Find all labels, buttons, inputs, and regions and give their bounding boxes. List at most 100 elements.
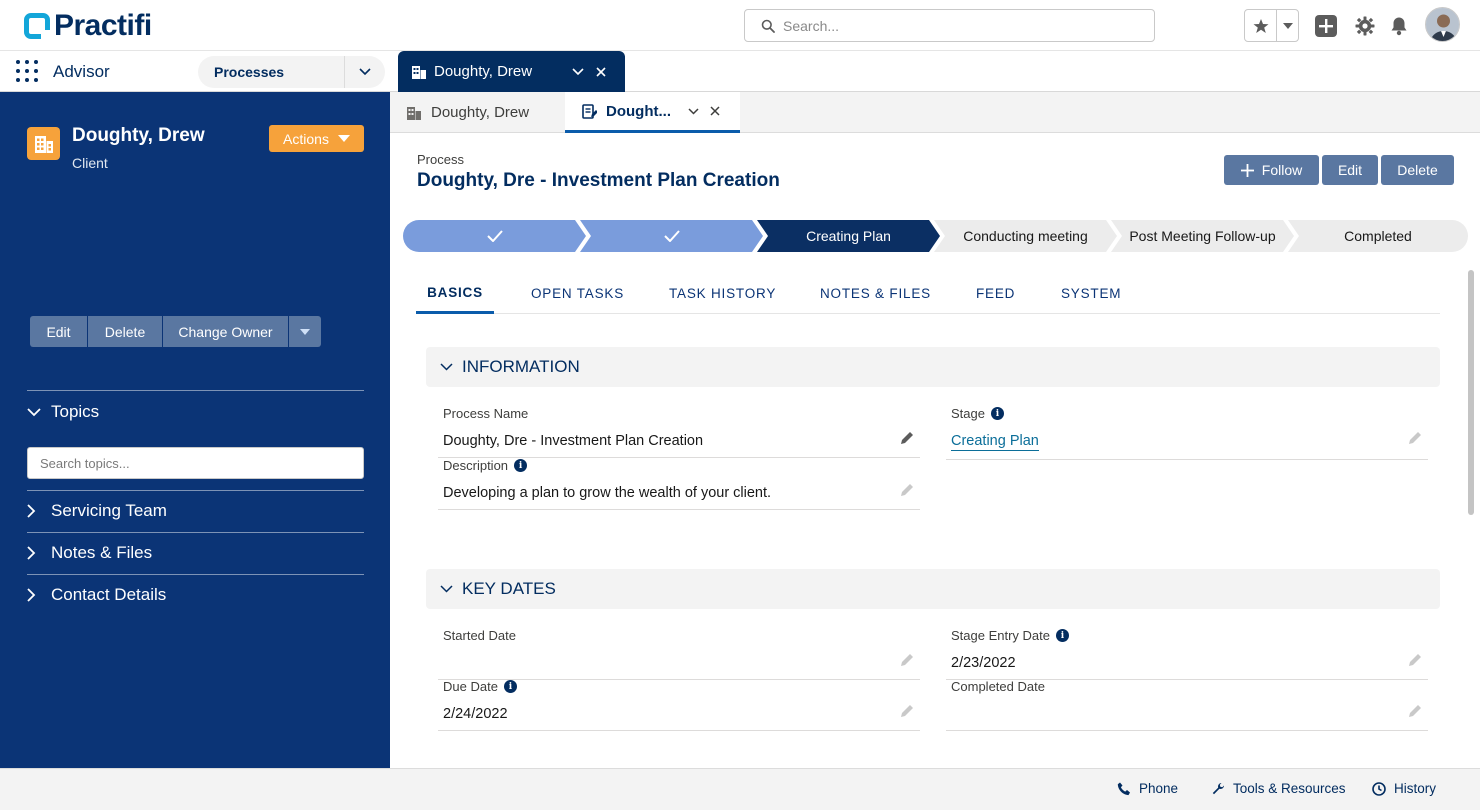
practifi-logo-icon: [24, 13, 50, 39]
phone-utility-button[interactable]: Phone: [1117, 781, 1178, 796]
contact-details-section-label: Contact Details: [51, 585, 167, 604]
path-step-complete[interactable]: [403, 220, 586, 252]
practifi-logo[interactable]: Practifi: [24, 9, 152, 42]
path-step-incomplete[interactable]: Conducting meeting: [934, 220, 1117, 252]
record-edit-button[interactable]: Edit: [1322, 155, 1378, 185]
pencil-icon[interactable]: [1408, 653, 1422, 667]
tools-resources-utility-button[interactable]: Tools & Resources: [1211, 781, 1346, 796]
tab-open-tasks[interactable]: OPEN TASKS: [531, 273, 624, 314]
stage-entry-date-value: 2/23/2022: [951, 655, 1016, 671]
favorites-button[interactable]: [1245, 10, 1277, 41]
history-utility-button[interactable]: History: [1372, 781, 1436, 796]
actions-button[interactable]: Actions: [269, 125, 364, 152]
started-date-label: Started Date: [443, 628, 516, 643]
building-icon: [412, 65, 426, 79]
record-object-label: Process: [417, 152, 464, 167]
started-date-field: Started Date: [438, 628, 920, 680]
global-search[interactable]: [744, 9, 1155, 42]
information-section-toggle[interactable]: INFORMATION: [426, 347, 1440, 387]
notes-files-section-toggle[interactable]: Notes & Files: [27, 541, 364, 565]
path-step-current[interactable]: Creating Plan: [757, 220, 940, 252]
process-record: Process Doughty, Dre - Investment Plan C…: [390, 133, 1480, 768]
chevron-down-icon[interactable]: [572, 67, 584, 76]
user-avatar[interactable]: [1425, 7, 1460, 42]
path-step-incomplete[interactable]: Post Meeting Follow-up: [1111, 220, 1294, 252]
tab-notes-files[interactable]: NOTES & FILES: [820, 273, 931, 314]
process-path: Creating Plan Conducting meeting Post Me…: [403, 220, 1468, 252]
topics-section-toggle[interactable]: Topics: [27, 400, 364, 424]
phone-label: Phone: [1139, 781, 1179, 796]
process-icon: [582, 103, 597, 119]
client-sidebar: Doughty, Drew Client Actions Edit Delete…: [0, 92, 390, 768]
path-step-incomplete[interactable]: Completed: [1288, 220, 1468, 252]
global-search-input[interactable]: [783, 17, 1143, 34]
user-photo-icon: [1426, 8, 1459, 41]
topics-section-label: Topics: [51, 402, 100, 421]
global-actions-button[interactable]: [1314, 14, 1338, 38]
change-owner-button[interactable]: Change Owner: [163, 316, 289, 347]
info-icon[interactable]: i: [990, 407, 1004, 420]
favorites-dropdown-button[interactable]: [1277, 10, 1298, 41]
client-delete-button[interactable]: Delete: [88, 316, 163, 347]
pencil-icon[interactable]: [1408, 704, 1422, 718]
process-name-field: Process Name Doughty, Dre - Investment P…: [438, 406, 920, 458]
bell-icon: [1391, 17, 1407, 36]
key-dates-section-toggle[interactable]: KEY DATES: [426, 569, 1440, 609]
tab-system[interactable]: SYSTEM: [1061, 273, 1121, 314]
follow-button-label: Follow: [1261, 162, 1303, 178]
tab-basics[interactable]: BASICS: [416, 273, 494, 314]
chevron-down-icon[interactable]: [688, 107, 699, 115]
wrench-icon: [1212, 782, 1224, 794]
tab-feed[interactable]: FEED: [976, 273, 1015, 314]
record-title: Doughty, Dre - Investment Plan Creation: [417, 170, 780, 191]
pencil-icon[interactable]: [900, 483, 914, 497]
pencil-icon[interactable]: [900, 653, 914, 667]
app-launcher-icon[interactable]: [16, 60, 38, 82]
stage-value-link[interactable]: Creating Plan: [951, 433, 1039, 451]
object-selector-label: Processes: [214, 64, 285, 80]
completed-date-field: Completed Date: [946, 679, 1428, 731]
search-topics-input[interactable]: [27, 447, 364, 479]
history-label: History: [1394, 781, 1437, 796]
checkmark-icon: [663, 230, 680, 242]
stage-label: Stage i: [951, 406, 1004, 421]
pencil-icon[interactable]: [1408, 431, 1422, 445]
contact-details-section-toggle[interactable]: Contact Details: [27, 583, 364, 607]
detail-tabs: BASICS OPEN TASKS TASK HISTORY NOTES & F…: [416, 273, 1440, 314]
client-building-icon: [27, 127, 60, 160]
client-edit-button[interactable]: Edit: [30, 316, 88, 347]
close-icon[interactable]: [596, 66, 606, 77]
subtab-client[interactable]: Doughty, Drew: [390, 92, 565, 133]
search-icon: [761, 19, 775, 33]
servicing-team-section-toggle[interactable]: Servicing Team: [27, 499, 364, 523]
workspace-tab[interactable]: Doughty, Drew: [398, 51, 625, 92]
client-name[interactable]: Doughty, Drew: [72, 125, 205, 147]
record-delete-button[interactable]: Delete: [1381, 155, 1454, 185]
pencil-icon[interactable]: [900, 431, 914, 445]
follow-button[interactable]: Follow: [1224, 155, 1319, 185]
favorites-group: [1244, 9, 1299, 42]
add-icon: [1315, 15, 1337, 37]
path-step-label: Conducting meeting: [963, 228, 1088, 244]
setup-button[interactable]: [1353, 14, 1377, 38]
stage-entry-date-field: Stage Entry Date i 2/23/2022: [946, 628, 1428, 680]
notifications-button[interactable]: [1387, 14, 1411, 38]
info-icon[interactable]: i: [514, 459, 528, 472]
main-scrollbar[interactable]: [1468, 270, 1474, 515]
workspace-tab-label: Doughty, Drew: [434, 63, 533, 80]
path-step-complete[interactable]: [580, 220, 763, 252]
object-selector-dropdown[interactable]: [344, 56, 385, 88]
object-selector[interactable]: Processes: [198, 56, 385, 88]
global-header: Practifi: [0, 0, 1480, 51]
close-icon[interactable]: [710, 106, 720, 116]
info-icon[interactable]: i: [1056, 629, 1069, 642]
star-icon: [1253, 18, 1268, 33]
info-icon[interactable]: i: [503, 680, 517, 693]
tab-task-history[interactable]: TASK HISTORY: [669, 273, 776, 314]
more-actions-button[interactable]: [289, 316, 321, 347]
subtab-process[interactable]: Dought...: [565, 92, 740, 133]
chevron-down-icon: [440, 363, 462, 371]
key-dates-section-title: KEY DATES: [462, 579, 556, 598]
chevron-right-icon: [27, 546, 51, 560]
pencil-icon[interactable]: [900, 704, 914, 718]
